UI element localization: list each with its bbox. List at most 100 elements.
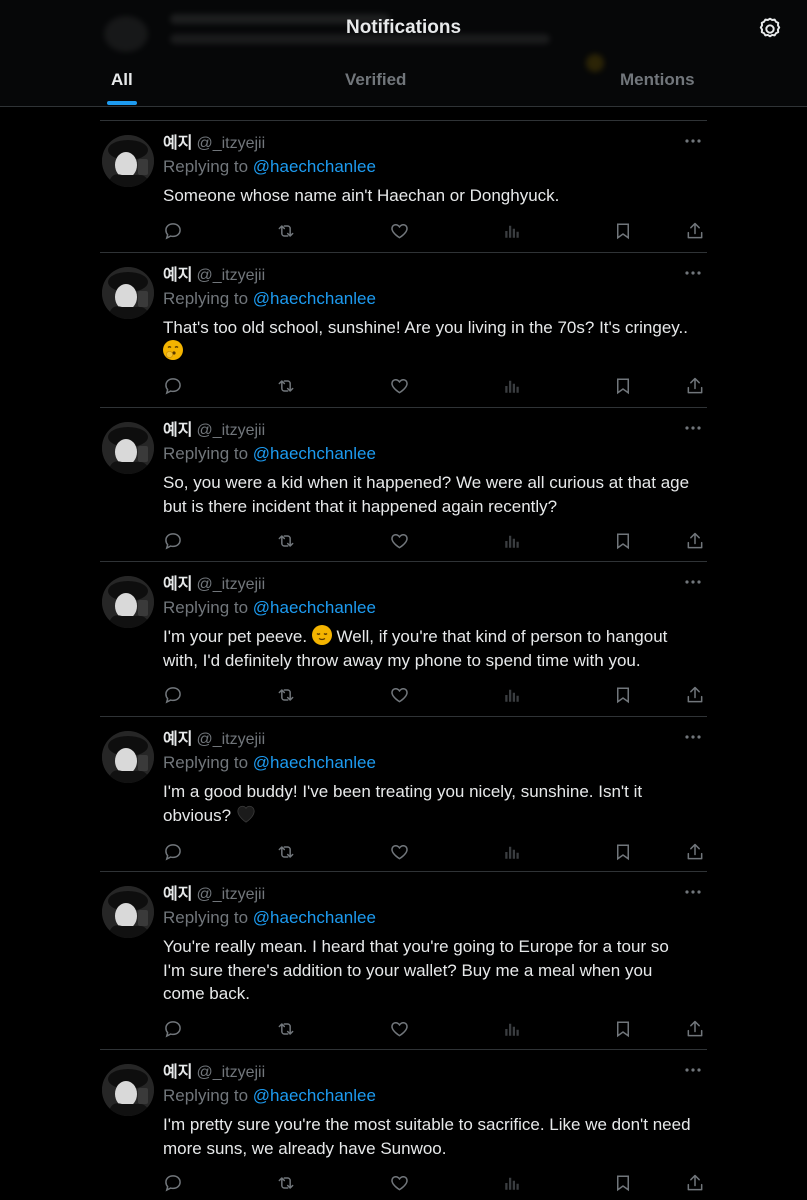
avatar[interactable] [102, 1064, 154, 1116]
user-handle[interactable]: @_itzyejii [196, 135, 265, 152]
more-icon[interactable] [681, 418, 705, 438]
replying-to-link[interactable]: @haechchanlee [253, 908, 376, 927]
bookmark-icon[interactable] [611, 374, 635, 398]
share-icon[interactable] [683, 1017, 707, 1041]
reply-tweet[interactable]: 예지 @_itzyejii Replying to @haechchanlee I… [100, 1050, 707, 1200]
display-name[interactable]: 예지 [163, 267, 192, 284]
share-icon[interactable] [683, 529, 707, 553]
share-icon[interactable] [683, 683, 707, 707]
more-icon[interactable] [681, 727, 705, 747]
reply-icon[interactable] [161, 683, 185, 707]
heart-icon[interactable] [387, 683, 411, 707]
tab-verified[interactable]: Verified [345, 70, 406, 90]
user-handle[interactable]: @_itzyejii [196, 576, 265, 593]
avatar[interactable] [102, 267, 154, 319]
avatar[interactable] [102, 135, 154, 187]
more-icon[interactable] [681, 131, 705, 151]
reply-icon[interactable] [161, 1017, 185, 1041]
user-handle[interactable]: @_itzyejii [196, 886, 265, 903]
heart-icon[interactable] [387, 529, 411, 553]
action-bar [161, 1010, 703, 1056]
bookmark-icon[interactable] [611, 529, 635, 553]
replying-prefix: Replying to [163, 157, 249, 176]
notification-feed: 예지 @_itzyejii Replying to @haechchanlee S… [100, 120, 707, 1200]
replying-to-link[interactable]: @haechchanlee [253, 289, 376, 308]
action-bar [161, 212, 703, 258]
page-title: Notifications [345, 17, 462, 38]
display-name[interactable]: 예지 [163, 135, 192, 152]
gear-icon[interactable] [755, 14, 785, 44]
action-bar [161, 367, 703, 413]
heart-icon[interactable] [387, 374, 411, 398]
user-handle[interactable]: @_itzyejii [196, 422, 265, 439]
views-icon[interactable] [500, 1171, 524, 1195]
views-icon[interactable] [500, 1017, 524, 1041]
heart-icon[interactable] [387, 1171, 411, 1195]
reply-tweet[interactable]: 예지 @_itzyejii Replying to @haechchanlee Y… [100, 872, 707, 1050]
repost-icon[interactable] [274, 219, 298, 243]
user-handle[interactable]: @_itzyejii [196, 267, 265, 284]
reply-icon[interactable] [161, 219, 185, 243]
user-handle[interactable]: @_itzyejii [196, 1064, 265, 1081]
avatar[interactable] [102, 886, 154, 938]
active-tab-indicator [107, 101, 137, 105]
repost-icon[interactable] [274, 840, 298, 864]
heart-icon[interactable] [387, 219, 411, 243]
reply-tweet[interactable]: 예지 @_itzyejii Replying to @haechchanlee S… [100, 408, 707, 562]
tweet-text: So, you were a kid when it happened? We … [163, 473, 690, 516]
avatar[interactable] [102, 422, 154, 474]
bookmark-icon[interactable] [611, 1171, 635, 1195]
share-icon[interactable] [683, 840, 707, 864]
views-icon[interactable] [500, 374, 524, 398]
action-bar [161, 1164, 703, 1200]
more-icon[interactable] [681, 1060, 705, 1080]
views-icon[interactable] [500, 683, 524, 707]
views-icon[interactable] [500, 219, 524, 243]
bookmark-icon[interactable] [611, 683, 635, 707]
views-icon[interactable] [500, 840, 524, 864]
share-icon[interactable] [683, 219, 707, 243]
reply-tweet[interactable]: 예지 @_itzyejii Replying to @haechchanlee T… [100, 253, 707, 408]
views-icon[interactable] [500, 529, 524, 553]
top-header: Notifications All Verified Mentions [0, 0, 807, 107]
replying-to-link[interactable]: @haechchanlee [253, 444, 376, 463]
reply-tweet[interactable]: 예지 @_itzyejii Replying to @haechchanlee I… [100, 562, 707, 717]
display-name[interactable]: 예지 [163, 1064, 192, 1081]
more-icon[interactable] [681, 263, 705, 283]
replying-to-link[interactable]: @haechchanlee [253, 1086, 376, 1105]
display-name[interactable]: 예지 [163, 576, 192, 593]
repost-icon[interactable] [274, 683, 298, 707]
repost-icon[interactable] [274, 1017, 298, 1041]
reply-icon[interactable] [161, 840, 185, 864]
display-name[interactable]: 예지 [163, 731, 192, 748]
replying-prefix: Replying to [163, 908, 249, 927]
bookmark-icon[interactable] [611, 1017, 635, 1041]
reply-tweet[interactable]: 예지 @_itzyejii Replying to @haechchanlee I… [100, 717, 707, 872]
reply-icon[interactable] [161, 529, 185, 553]
tab-all[interactable]: All [111, 70, 133, 90]
reply-tweet[interactable]: 예지 @_itzyejii Replying to @haechchanlee S… [100, 121, 707, 253]
user-handle[interactable]: @_itzyejii [196, 731, 265, 748]
share-icon[interactable] [683, 1171, 707, 1195]
replying-to-link[interactable]: @haechchanlee [253, 598, 376, 617]
more-icon[interactable] [681, 882, 705, 902]
tab-mentions[interactable]: Mentions [620, 70, 695, 90]
reply-icon[interactable] [161, 374, 185, 398]
replying-to-link[interactable]: @haechchanlee [253, 157, 376, 176]
repost-icon[interactable] [274, 374, 298, 398]
display-name[interactable]: 예지 [163, 886, 192, 903]
repost-icon[interactable] [274, 1171, 298, 1195]
bookmark-icon[interactable] [611, 219, 635, 243]
display-name[interactable]: 예지 [163, 422, 192, 439]
bookmark-icon[interactable] [611, 840, 635, 864]
tweet-text-before: I'm your pet peeve. [163, 627, 308, 646]
heart-icon[interactable] [387, 840, 411, 864]
reply-icon[interactable] [161, 1171, 185, 1195]
repost-icon[interactable] [274, 529, 298, 553]
avatar[interactable] [102, 576, 154, 628]
heart-icon[interactable] [387, 1017, 411, 1041]
share-icon[interactable] [683, 374, 707, 398]
more-icon[interactable] [681, 572, 705, 592]
avatar[interactable] [102, 731, 154, 783]
replying-to-link[interactable]: @haechchanlee [253, 753, 376, 772]
